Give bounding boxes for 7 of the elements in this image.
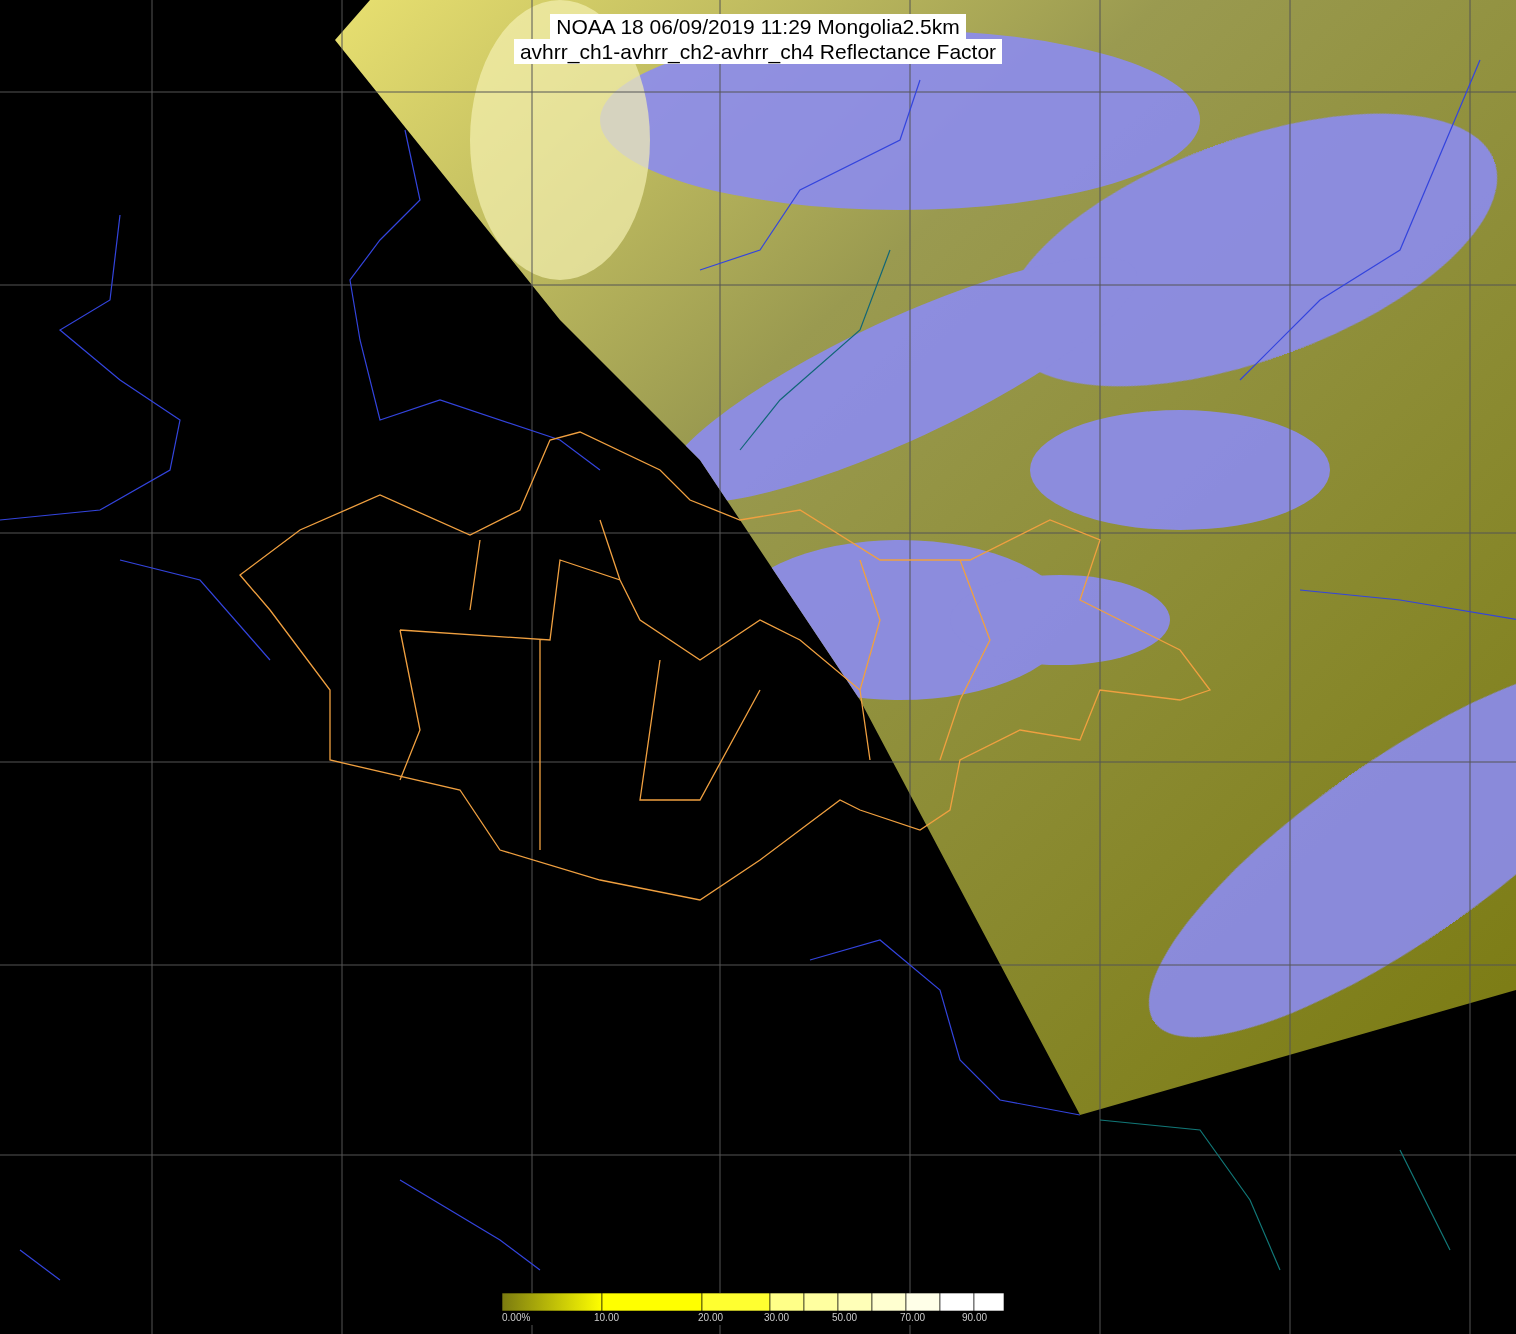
scale-label: 90.00 bbox=[962, 1312, 988, 1324]
scale-label: 70.00 bbox=[900, 1312, 926, 1324]
scale-label: 10.00 bbox=[594, 1312, 620, 1324]
scale-label: 20.00 bbox=[698, 1312, 724, 1324]
scale-label: 30.00 bbox=[764, 1312, 790, 1324]
scale-label: 0.00% bbox=[502, 1312, 531, 1324]
scale-label: 50.00 bbox=[832, 1312, 858, 1324]
